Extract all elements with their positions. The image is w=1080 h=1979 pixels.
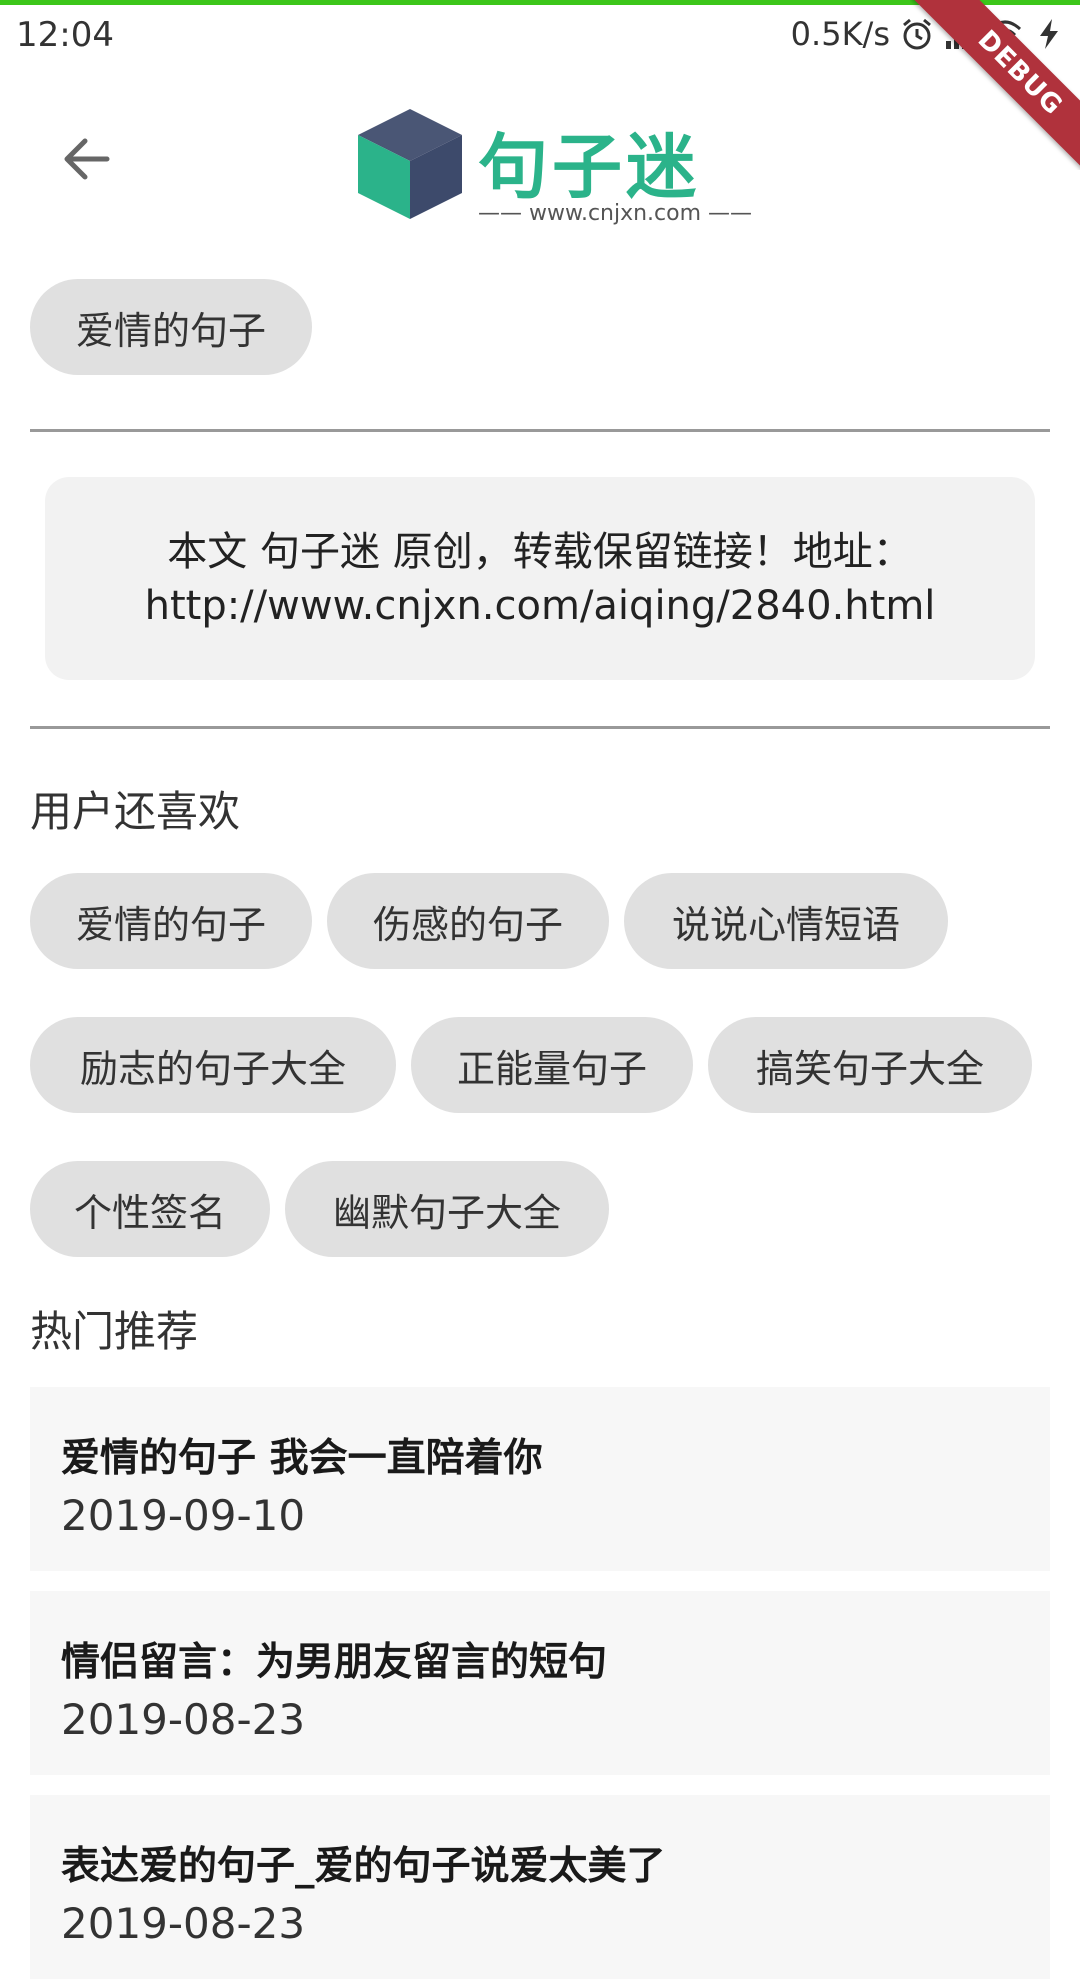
article-card[interactable]: 爱情的句子 我会一直陪着你 2019-09-10 <box>30 1387 1050 1571</box>
wifi-icon <box>988 17 1022 51</box>
copyright-notice: 本文 句子迷 原创，转载保留链接！地址： http://www.cnjxn.co… <box>45 477 1035 680</box>
notice-line-1: 本文 句子迷 原创，转载保留链接！地址： <box>167 528 913 575</box>
tag-chip[interactable]: 搞笑句子大全 <box>708 1017 1032 1113</box>
article-card[interactable]: 表达爱的句子_爱的句子说爱太美了 2019-08-23 <box>30 1795 1050 1979</box>
tag-chip[interactable]: 个性签名 <box>30 1161 270 1257</box>
article-card[interactable]: 情侣留言：为男朋友留言的短句 2019-08-23 <box>30 1591 1050 1775</box>
also-like-title: 用户还喜欢 <box>30 787 241 836</box>
logo-url: —— www.cnjxn.com —— <box>478 201 753 226</box>
article-date: 2019-08-23 <box>61 1899 306 1948</box>
article-title: 表达爱的句子_爱的句子说爱太美了 <box>61 1844 666 1889</box>
divider <box>30 726 1050 729</box>
alarm-icon <box>900 17 934 51</box>
tag-chip[interactable]: 爱情的句子 <box>30 873 312 969</box>
tag-chip[interactable]: 幽默句子大全 <box>285 1161 609 1257</box>
tag-chip[interactable]: 伤感的句子 <box>327 873 609 969</box>
charging-icon <box>1032 17 1066 51</box>
category-chip[interactable]: 爱情的句子 <box>30 279 312 375</box>
article-title: 情侣留言：为男朋友留言的短句 <box>61 1640 608 1685</box>
divider <box>30 429 1050 432</box>
app-logo: 句子迷 —— www.cnjxn.com —— <box>354 105 752 235</box>
status-bar: 12:04 0.5K/s <box>0 5 1080 71</box>
tag-chip[interactable]: 励志的句子大全 <box>30 1017 396 1113</box>
app-bar: 句子迷 —— www.cnjxn.com —— <box>0 71 1080 241</box>
logo-title: 句子迷 <box>478 126 700 208</box>
signal-icon <box>944 17 978 51</box>
tag-chip[interactable]: 正能量句子 <box>411 1017 693 1113</box>
back-button[interactable] <box>40 116 130 206</box>
article-date: 2019-09-10 <box>61 1491 306 1540</box>
status-icons: 0.5K/s <box>791 15 1066 53</box>
notice-link[interactable]: http://www.cnjxn.com/aiqing/2840.html <box>145 579 936 633</box>
network-speed: 0.5K/s <box>790 15 890 53</box>
tag-chip[interactable]: 说说心情短语 <box>624 873 948 969</box>
status-time: 12:04 <box>16 15 114 55</box>
cube-logo-icon <box>354 105 466 227</box>
article-date: 2019-08-23 <box>61 1695 306 1744</box>
article-title: 爱情的句子 我会一直陪着你 <box>61 1436 543 1481</box>
arrow-back-icon <box>59 133 111 189</box>
hot-title: 热门推荐 <box>30 1307 199 1356</box>
